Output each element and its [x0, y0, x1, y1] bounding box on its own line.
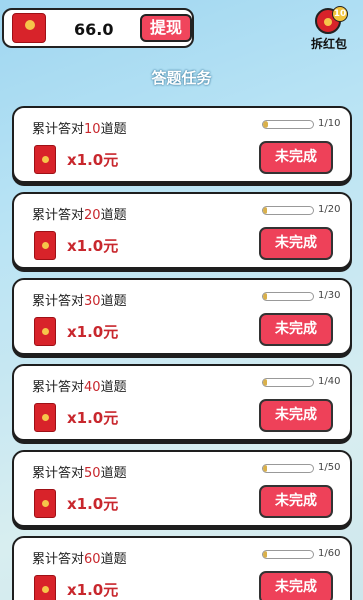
progress-fill [263, 293, 267, 300]
progress-bar [262, 206, 314, 215]
balance-value: 66.0 [74, 20, 114, 39]
task-title-prefix: 累计答对 [32, 552, 85, 567]
task-title: 累计答对50道题 [32, 462, 127, 481]
task-card: 累计答对40道题 x1.0元 1/40 未完成 [12, 364, 352, 441]
task-status-button[interactable]: 未完成 [259, 485, 333, 518]
task-status-button[interactable]: 未完成 [259, 227, 333, 260]
progress-bar [262, 550, 314, 559]
progress-fill [263, 551, 267, 558]
task-card: 累计答对20道题 x1.0元 1/20 未完成 [12, 192, 352, 269]
task-reward: x1.0元 [67, 409, 119, 427]
task-reward: x1.0元 [67, 151, 119, 169]
progress-bar [262, 464, 314, 473]
task-target-count: 20 [84, 208, 101, 223]
task-title-prefix: 累计答对 [32, 208, 85, 223]
task-title-prefix: 累计答对 [32, 122, 85, 137]
red-packet-icon [34, 317, 56, 346]
task-target-count: 10 [84, 122, 101, 137]
task-status-button[interactable]: 未完成 [259, 399, 333, 432]
page-title: 答题任务 [151, 69, 212, 87]
task-title-suffix: 道题 [100, 552, 127, 567]
progress-fill [263, 207, 267, 214]
progress-text: 1/60 [318, 548, 341, 559]
task-status-button[interactable]: 未完成 [259, 313, 333, 346]
task-reward: x1.0元 [67, 323, 119, 341]
progress-bar [262, 120, 314, 129]
red-packet-icon [34, 145, 56, 174]
task-title-prefix: 累计答对 [32, 466, 85, 481]
balance-bar: 66.0 提现 [2, 8, 194, 48]
progress-bar [262, 292, 314, 301]
red-packet-icon [34, 231, 56, 260]
progress-fill [263, 379, 267, 386]
progress-fill [263, 465, 267, 472]
progress-bar [262, 378, 314, 387]
task-title: 累计答对10道题 [32, 118, 127, 137]
open-red-packet-button[interactable]: 10 拆红包 [302, 6, 356, 52]
count-badge: 10 [332, 6, 348, 22]
task-title: 累计答对20道题 [32, 204, 127, 223]
task-target-count: 30 [84, 294, 101, 309]
open-red-packet-label: 拆红包 [310, 37, 347, 51]
task-title-suffix: 道题 [100, 208, 127, 223]
task-title: 累计答对60道题 [32, 548, 127, 567]
task-title-prefix: 累计答对 [32, 294, 85, 309]
task-card: 累计答对30道题 x1.0元 1/30 未完成 [12, 278, 352, 355]
task-card: 累计答对60道题 x1.0元 1/60 未完成 [12, 536, 352, 600]
task-title-prefix: 累计答对 [32, 380, 85, 395]
progress-text: 1/20 [318, 204, 341, 215]
task-card: 累计答对50道题 x1.0元 1/50 未完成 [12, 450, 352, 527]
task-status-button[interactable]: 未完成 [259, 571, 333, 600]
task-title: 累计答对30道题 [32, 290, 127, 309]
task-reward: x1.0元 [67, 581, 119, 599]
task-title-suffix: 道题 [100, 466, 127, 481]
progress-text: 1/40 [318, 376, 341, 387]
withdraw-button[interactable]: 提现 [140, 14, 192, 42]
task-title-suffix: 道题 [100, 122, 127, 137]
progress-text: 1/50 [318, 462, 341, 473]
progress-text: 1/30 [318, 290, 341, 301]
task-title-suffix: 道题 [100, 380, 127, 395]
progress-text: 1/10 [318, 118, 341, 129]
task-reward: x1.0元 [67, 495, 119, 513]
task-target-count: 60 [84, 552, 101, 567]
progress-fill [263, 121, 268, 128]
task-status-button[interactable]: 未完成 [259, 141, 333, 174]
red-packet-icon [12, 13, 46, 43]
task-reward: x1.0元 [67, 237, 119, 255]
task-target-count: 50 [84, 466, 101, 481]
task-title: 累计答对40道题 [32, 376, 127, 395]
red-packet-icon [34, 403, 56, 432]
red-packet-icon [34, 489, 56, 518]
red-packet-icon [34, 575, 56, 600]
task-title-suffix: 道题 [100, 294, 127, 309]
task-target-count: 40 [84, 380, 101, 395]
task-card: 累计答对10道题 x1.0元 1/10 未完成 [12, 106, 352, 183]
